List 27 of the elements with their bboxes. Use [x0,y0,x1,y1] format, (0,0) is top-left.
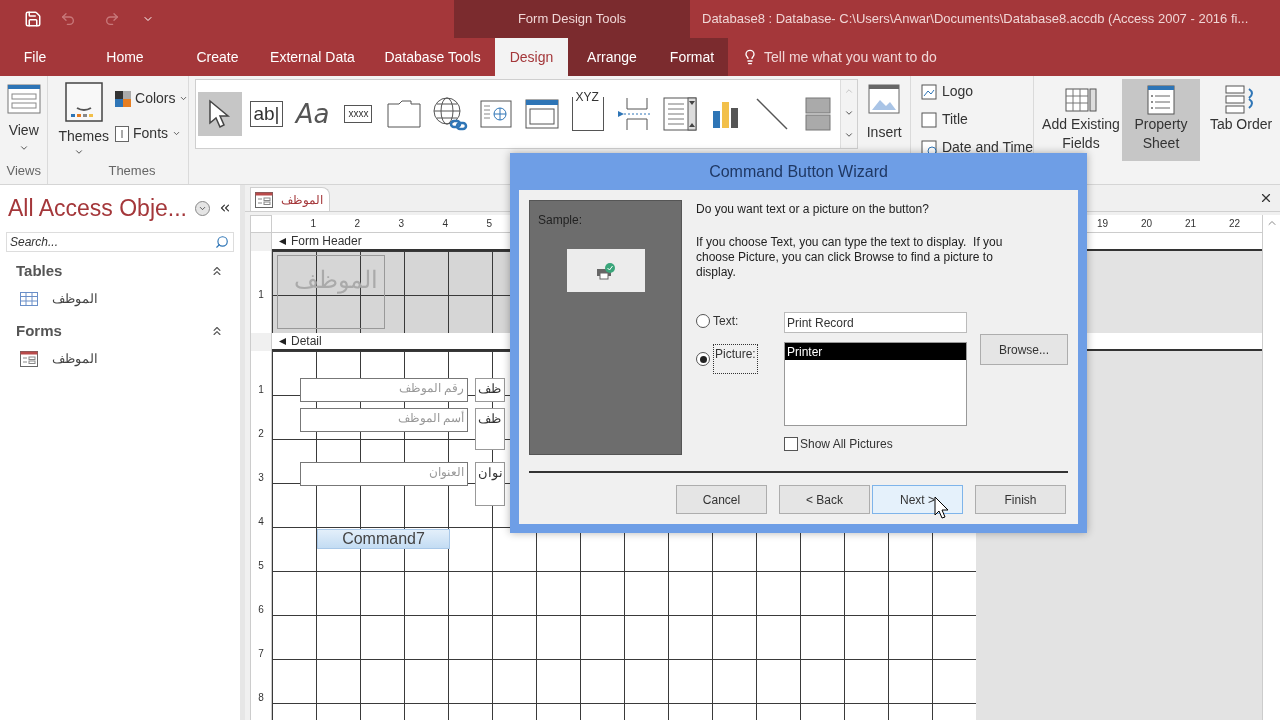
ruler-number: 5 [258,561,264,571]
ruler-number: 7 [258,649,264,659]
group-label: Views [6,161,41,180]
pane-title: All Access Obje... [8,194,187,223]
group-label: Themes [108,161,157,180]
ruler-number: 5 [486,218,492,229]
question-text: Do you want text or a picture on the button? [696,201,930,218]
ruler-number: 19 [1096,218,1108,229]
ruler-number: 1 [258,385,264,395]
ruler-number: 3 [398,218,404,229]
ruler-number: 4 [442,218,448,229]
explanation-text: If you choose Text, you can type the text to display. If you choose Picture, you can click Browse to find a picture to display. [696,235,1004,280]
ruler-number: 22 [1228,218,1240,229]
dialog-title: Command Button Wizard [709,161,888,182]
ruler-number: 3 [258,473,264,483]
ruler-number: 4 [258,517,264,527]
window-title: Database8 : Database- C:\Users\Anwar\Documents\Database8.accdb (Access 2007 - 2016 fi... [702,10,1249,29]
ruler-number: 1 [310,218,316,229]
ruler-number: 20 [1140,218,1152,229]
ruler-number: 21 [1184,218,1196,229]
sample-panel: Sample: [529,200,682,455]
ruler-number: 8 [258,693,264,703]
ruler-number: 6 [258,605,264,615]
contextual-tab-group: Form Design Tools [517,9,627,29]
ruler-number: 2 [258,429,264,439]
ruler-number: 1 [258,288,264,302]
ruler-number: 2 [354,218,360,229]
